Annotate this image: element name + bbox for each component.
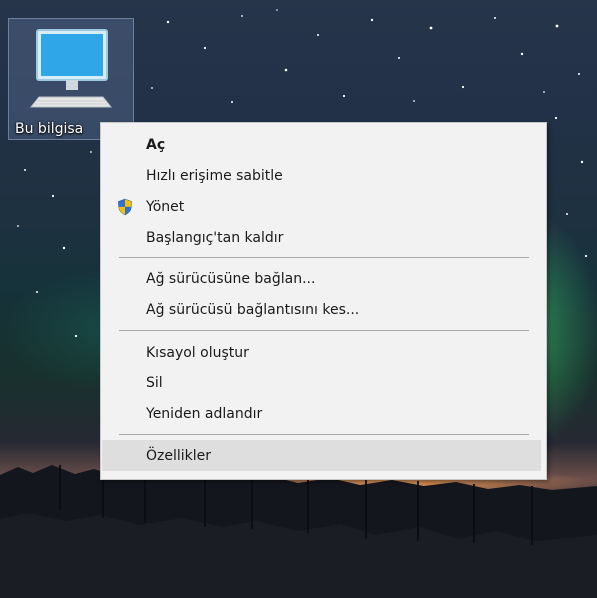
menu-item-label: Yönet: [146, 198, 185, 215]
menu-item-disconnect-network-drive[interactable]: Ağ sürücüsü bağlantısını kes...: [102, 294, 541, 325]
context-menu: Aç Hızlı erişime sabitle Yönet Başlangıç…: [100, 122, 547, 480]
computer-icon: [29, 29, 113, 108]
menu-item-create-shortcut[interactable]: Kısayol oluştur: [102, 337, 541, 368]
menu-item-label: Ağ sürücüsü bağlantısını kes...: [146, 301, 360, 318]
menu-item-label: Ağ sürücüsüne bağlan...: [146, 270, 316, 287]
menu-item-open[interactable]: Aç: [102, 129, 541, 160]
menu-item-rename[interactable]: Yeniden adlandır: [102, 398, 541, 429]
menu-item-map-network-drive[interactable]: Ağ sürücüsüne bağlan...: [102, 263, 541, 294]
menu-separator: [119, 257, 529, 258]
menu-separator: [119, 434, 529, 435]
desktop-icon-label: Bu bilgisa: [15, 121, 84, 137]
desktop: Bu bilgisa Aç Hızlı erişime sabitle Yöne…: [0, 0, 597, 598]
menu-item-unpin-start[interactable]: Başlangıç'tan kaldır: [102, 222, 541, 253]
menu-separator: [119, 330, 529, 331]
menu-item-delete[interactable]: Sil: [102, 367, 541, 398]
menu-item-label: Hızlı erişime sabitle: [146, 167, 283, 184]
menu-item-label: Sil: [146, 374, 163, 391]
menu-item-manage[interactable]: Yönet: [102, 191, 541, 222]
menu-item-properties[interactable]: Özellikler: [102, 440, 541, 471]
menu-item-pin-quick-access[interactable]: Hızlı erişime sabitle: [102, 160, 541, 191]
menu-item-label: Yeniden adlandır: [146, 405, 263, 422]
menu-item-label: Özellikler: [146, 447, 212, 464]
menu-item-label: Kısayol oluştur: [146, 344, 249, 361]
menu-item-label: Aç: [146, 136, 166, 153]
uac-shield-icon: [118, 198, 132, 216]
menu-item-label: Başlangıç'tan kaldır: [146, 229, 284, 246]
